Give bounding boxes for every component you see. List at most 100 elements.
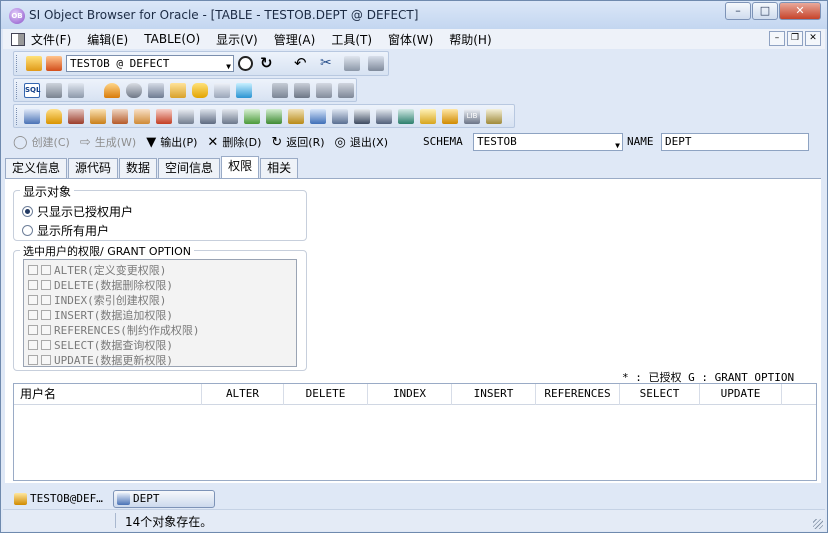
job-icon[interactable]: [442, 109, 458, 124]
column-index[interactable]: INDEX: [368, 384, 452, 405]
tab-source[interactable]: 源代码: [68, 158, 119, 178]
tab-data[interactable]: 数据: [119, 158, 158, 178]
key-icon[interactable]: [46, 109, 62, 124]
tab-definition[interactable]: 定义信息: [5, 158, 68, 178]
monitor-icon[interactable]: [316, 83, 332, 98]
exit-button[interactable]: ◎ 退出(X): [335, 134, 388, 150]
generate-button[interactable]: ⇨ 生成(W): [80, 134, 136, 150]
minimize-button[interactable]: –: [725, 2, 751, 20]
task-dept[interactable]: DEPT: [113, 490, 215, 508]
type-icon[interactable]: [354, 109, 370, 124]
toolbar-grip[interactable]: [16, 82, 19, 99]
tab-space[interactable]: 空间信息: [158, 158, 221, 178]
view-icon[interactable]: [68, 109, 84, 124]
sql-icon[interactable]: SQL: [24, 83, 40, 98]
export-button[interactable]: ▼ 输出(P): [146, 134, 197, 150]
column-alter[interactable]: ALTER: [202, 384, 284, 405]
export-icon[interactable]: [338, 83, 354, 98]
library-icon[interactable]: [376, 109, 392, 124]
java-icon[interactable]: [420, 109, 436, 124]
lock-icon[interactable]: [170, 83, 186, 98]
copy-icon[interactable]: [344, 56, 360, 71]
package-icon[interactable]: [134, 109, 150, 124]
table-icon[interactable]: [24, 109, 40, 124]
toolbar-grip[interactable]: [16, 55, 19, 72]
create-button[interactable]: ◯ 创建(C): [13, 134, 70, 150]
snapshot-icon[interactable]: [332, 109, 348, 124]
disconnect-icon[interactable]: [46, 56, 62, 71]
column-references[interactable]: REFERENCES: [536, 384, 620, 405]
menu-tools[interactable]: 工具(T): [331, 31, 372, 48]
trigger-icon[interactable]: [178, 109, 194, 124]
lib-icon[interactable]: LIB: [464, 109, 480, 124]
display-group-title: 显示对象: [20, 183, 75, 200]
menu-edit[interactable]: 编辑(E): [87, 31, 128, 48]
menu-view[interactable]: 显示(V): [216, 31, 258, 48]
help-object-icon[interactable]: [294, 83, 310, 98]
column-username[interactable]: 用户名: [14, 384, 202, 405]
connection-combo[interactable]: TESTOB @ DEFECT ▼: [66, 55, 234, 72]
menu-help[interactable]: 帮助(H): [449, 31, 491, 48]
checkbox-grant-icon: [28, 340, 38, 350]
queue-icon[interactable]: [398, 109, 414, 124]
mdi-restore-button[interactable]: ❐: [787, 31, 803, 46]
resize-grip-icon[interactable]: [813, 519, 823, 529]
name-field[interactable]: DEPT: [661, 133, 809, 151]
column-delete[interactable]: DELETE: [284, 384, 368, 405]
cut-icon[interactable]: ✂: [320, 56, 336, 71]
task-connection[interactable]: TESTOB@DEF…: [11, 490, 111, 508]
mdi-close-button[interactable]: ✕: [805, 31, 821, 46]
cylinder-icon[interactable]: [192, 83, 208, 98]
schema-combo[interactable]: TESTOB ▼: [473, 133, 623, 151]
mdi-minimize-button[interactable]: –: [769, 31, 785, 46]
user-icon[interactable]: [104, 83, 120, 98]
refresh-object-icon[interactable]: [236, 83, 252, 98]
menu-window[interactable]: 窗体(W): [388, 31, 433, 48]
connection-icon: [14, 493, 27, 505]
column-update[interactable]: UPDATE: [700, 384, 782, 405]
constraint-icon[interactable]: [266, 109, 282, 124]
dictionary-icon[interactable]: [486, 109, 502, 124]
toolbar-grip[interactable]: [16, 108, 19, 125]
database-icon[interactable]: [126, 83, 142, 98]
circle-icon[interactable]: [238, 56, 253, 71]
circle-outline-icon: ◯: [13, 134, 28, 150]
menu-file[interactable]: 文件(F): [31, 31, 71, 48]
procedure-icon[interactable]: [90, 109, 106, 124]
cube-icon[interactable]: [214, 83, 230, 98]
maximize-button[interactable]: □: [752, 2, 778, 20]
column-select[interactable]: SELECT: [620, 384, 700, 405]
package-body-icon[interactable]: [156, 109, 172, 124]
tab-privileges[interactable]: 权限: [221, 156, 260, 178]
server-icon[interactable]: [272, 83, 288, 98]
session-icon[interactable]: [148, 83, 164, 98]
delete-button[interactable]: ✕ 删除(D): [207, 134, 261, 150]
index-icon[interactable]: [244, 109, 260, 124]
mdi-document-icon[interactable]: [11, 32, 25, 46]
tab-related[interactable]: 相关: [260, 158, 299, 178]
refresh-icon[interactable]: ↻: [260, 56, 276, 71]
back-button[interactable]: ↻ 返回(R): [271, 134, 324, 150]
privilege-grid[interactable]: 用户名 ALTER DELETE INDEX INSERT REFERENCES…: [13, 383, 817, 481]
function-icon[interactable]: [200, 109, 216, 124]
radio-all-users[interactable]: 显示所有用户: [22, 222, 109, 239]
sequence-icon[interactable]: [112, 109, 128, 124]
script-icon[interactable]: [46, 83, 62, 98]
connect-icon[interactable]: [26, 56, 42, 71]
radio-authorized-only[interactable]: 只显示已授权用户: [22, 203, 133, 220]
column-insert[interactable]: INSERT: [452, 384, 536, 405]
menu-table[interactable]: TABLE(O): [144, 32, 200, 46]
dblink-icon[interactable]: [310, 109, 326, 124]
return-icon: ↻: [271, 134, 283, 150]
synonym-icon[interactable]: [222, 109, 238, 124]
undo-icon[interactable]: ↶: [294, 56, 310, 71]
radio-label-all-users: 显示所有用户: [37, 224, 110, 238]
menu-manage[interactable]: 管理(A): [274, 31, 316, 48]
generate-icon: ⇨: [79, 134, 91, 150]
cluster-icon[interactable]: [288, 109, 304, 124]
window-icon[interactable]: [68, 83, 84, 98]
paste-icon[interactable]: [368, 56, 384, 71]
toolbar-objects: LIB: [13, 104, 515, 128]
triangle-down-icon: ▼: [146, 134, 157, 150]
close-button[interactable]: ✕: [779, 2, 821, 20]
